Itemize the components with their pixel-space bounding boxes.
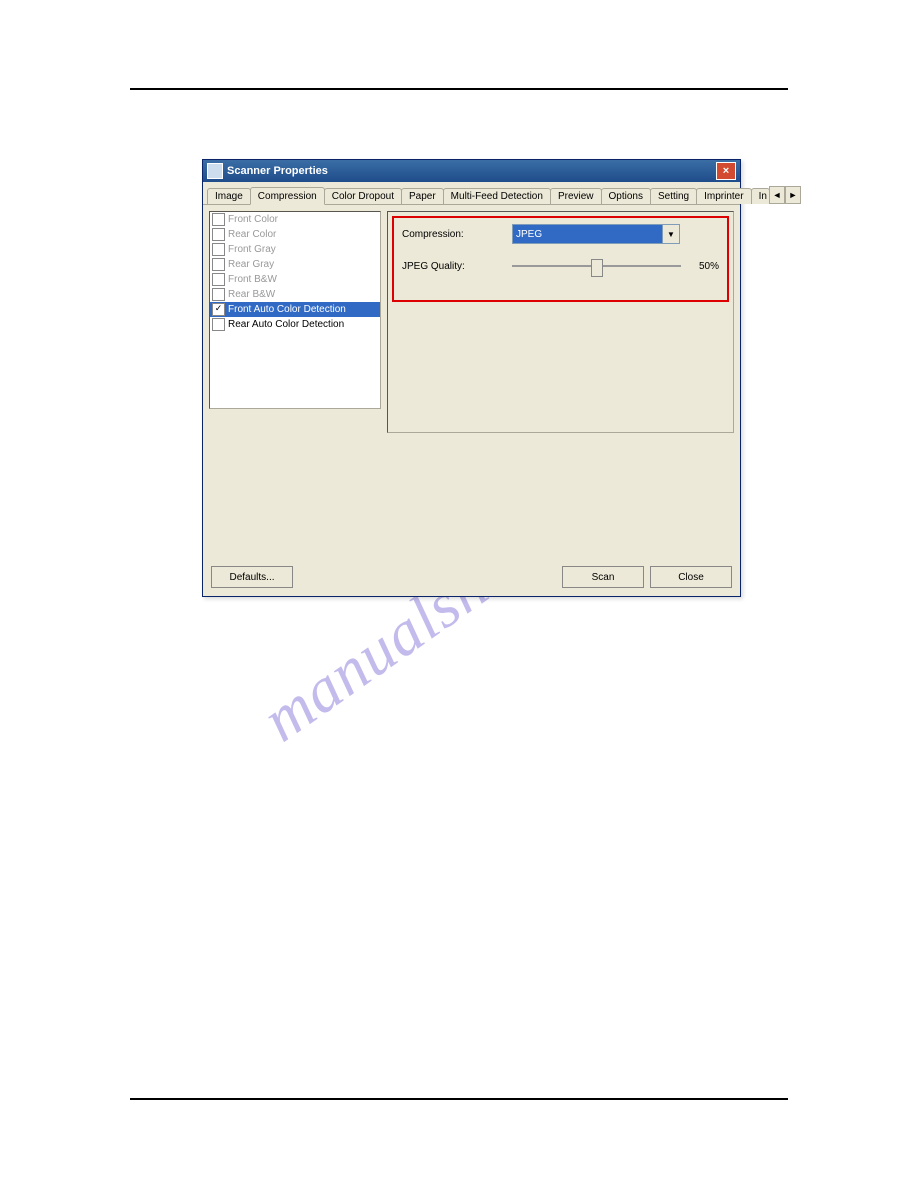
slider-thumb[interactable] (591, 259, 603, 277)
scan-button[interactable]: Scan (562, 566, 644, 588)
list-item: Rear Gray (210, 257, 380, 272)
page-divider-top (130, 88, 788, 90)
tab-paper[interactable]: Paper (401, 188, 444, 204)
list-item-label: Front B&W (228, 274, 277, 285)
jpeg-quality-slider[interactable] (512, 258, 681, 274)
tab-scroll-right-icon[interactable]: ► (785, 186, 801, 204)
list-item: Rear Color (210, 227, 380, 242)
list-item: Front Gray (210, 242, 380, 257)
tab-multi-feed-detection[interactable]: Multi-Feed Detection (443, 188, 551, 204)
checkbox-icon[interactable] (212, 273, 225, 286)
tab-scroll-left-icon[interactable]: ◄ (769, 186, 785, 204)
list-item-label: Rear Color (228, 229, 276, 240)
list-item-selected: ✓Front Auto Color Detection (210, 302, 380, 317)
compression-select-value: JPEG (516, 229, 542, 240)
tab-scroll-arrows: ◄ ► (769, 186, 801, 204)
defaults-button[interactable]: Defaults... (211, 566, 293, 588)
compression-select[interactable]: JPEG ▼ (512, 224, 680, 244)
right-button-group: Scan Close (562, 566, 732, 588)
tab-imprinter[interactable]: Imprinter (696, 188, 751, 204)
list-item: Front B&W (210, 272, 380, 287)
close-button[interactable]: Close (650, 566, 732, 588)
tab-compression[interactable]: Compression (250, 187, 325, 205)
jpeg-quality-value: 50% (689, 261, 719, 272)
compression-row: Compression: JPEG ▼ (402, 224, 719, 244)
chevron-down-icon: ▼ (662, 225, 679, 243)
checkbox-icon[interactable] (212, 243, 225, 256)
dialog-button-bar: Defaults... Scan Close (211, 566, 732, 588)
checkbox-icon[interactable]: ✓ (212, 303, 225, 316)
list-item-label: Front Gray (228, 244, 276, 255)
tab-truncated[interactable]: In (751, 188, 770, 204)
list-item-label: Front Auto Color Detection (228, 304, 346, 315)
list-item-label: Rear B&W (228, 289, 275, 300)
tab-setting[interactable]: Setting (650, 188, 697, 204)
list-item: Rear B&W (210, 287, 380, 302)
list-item: Rear Auto Color Detection (210, 317, 380, 332)
checkbox-icon[interactable] (212, 318, 225, 331)
settings-panel: Compression: JPEG ▼ JPEG Quality: 50% (387, 211, 734, 433)
content-area: Front Color Rear Color Front Gray Rear G… (203, 205, 740, 439)
window-app-icon (207, 163, 223, 179)
jpeg-quality-label: JPEG Quality: (402, 261, 512, 272)
close-icon[interactable]: × (716, 162, 736, 180)
list-item-label: Rear Gray (228, 259, 274, 270)
jpeg-quality-slider-wrap: 50% (512, 258, 719, 274)
list-item-label: Rear Auto Color Detection (228, 319, 344, 330)
side-selection-list[interactable]: Front Color Rear Color Front Gray Rear G… (209, 211, 381, 409)
titlebar[interactable]: Scanner Properties × (203, 160, 740, 182)
jpeg-quality-row: JPEG Quality: 50% (402, 258, 719, 274)
checkbox-icon[interactable] (212, 213, 225, 226)
tab-preview[interactable]: Preview (550, 188, 602, 204)
checkbox-icon[interactable] (212, 258, 225, 271)
page-divider-bottom (130, 1098, 788, 1100)
checkbox-icon[interactable] (212, 288, 225, 301)
list-item-label: Front Color (228, 214, 278, 225)
tabstrip: Image Compression Color Dropout Paper Mu… (203, 182, 740, 205)
list-item: Front Color (210, 212, 380, 227)
window-title: Scanner Properties (227, 165, 716, 177)
checkbox-icon[interactable] (212, 228, 225, 241)
compression-label: Compression: (402, 229, 512, 240)
scanner-properties-window: Scanner Properties × Image Compression C… (202, 159, 741, 597)
tab-options[interactable]: Options (601, 188, 651, 204)
tab-image[interactable]: Image (207, 188, 251, 204)
tab-color-dropout[interactable]: Color Dropout (324, 188, 402, 204)
